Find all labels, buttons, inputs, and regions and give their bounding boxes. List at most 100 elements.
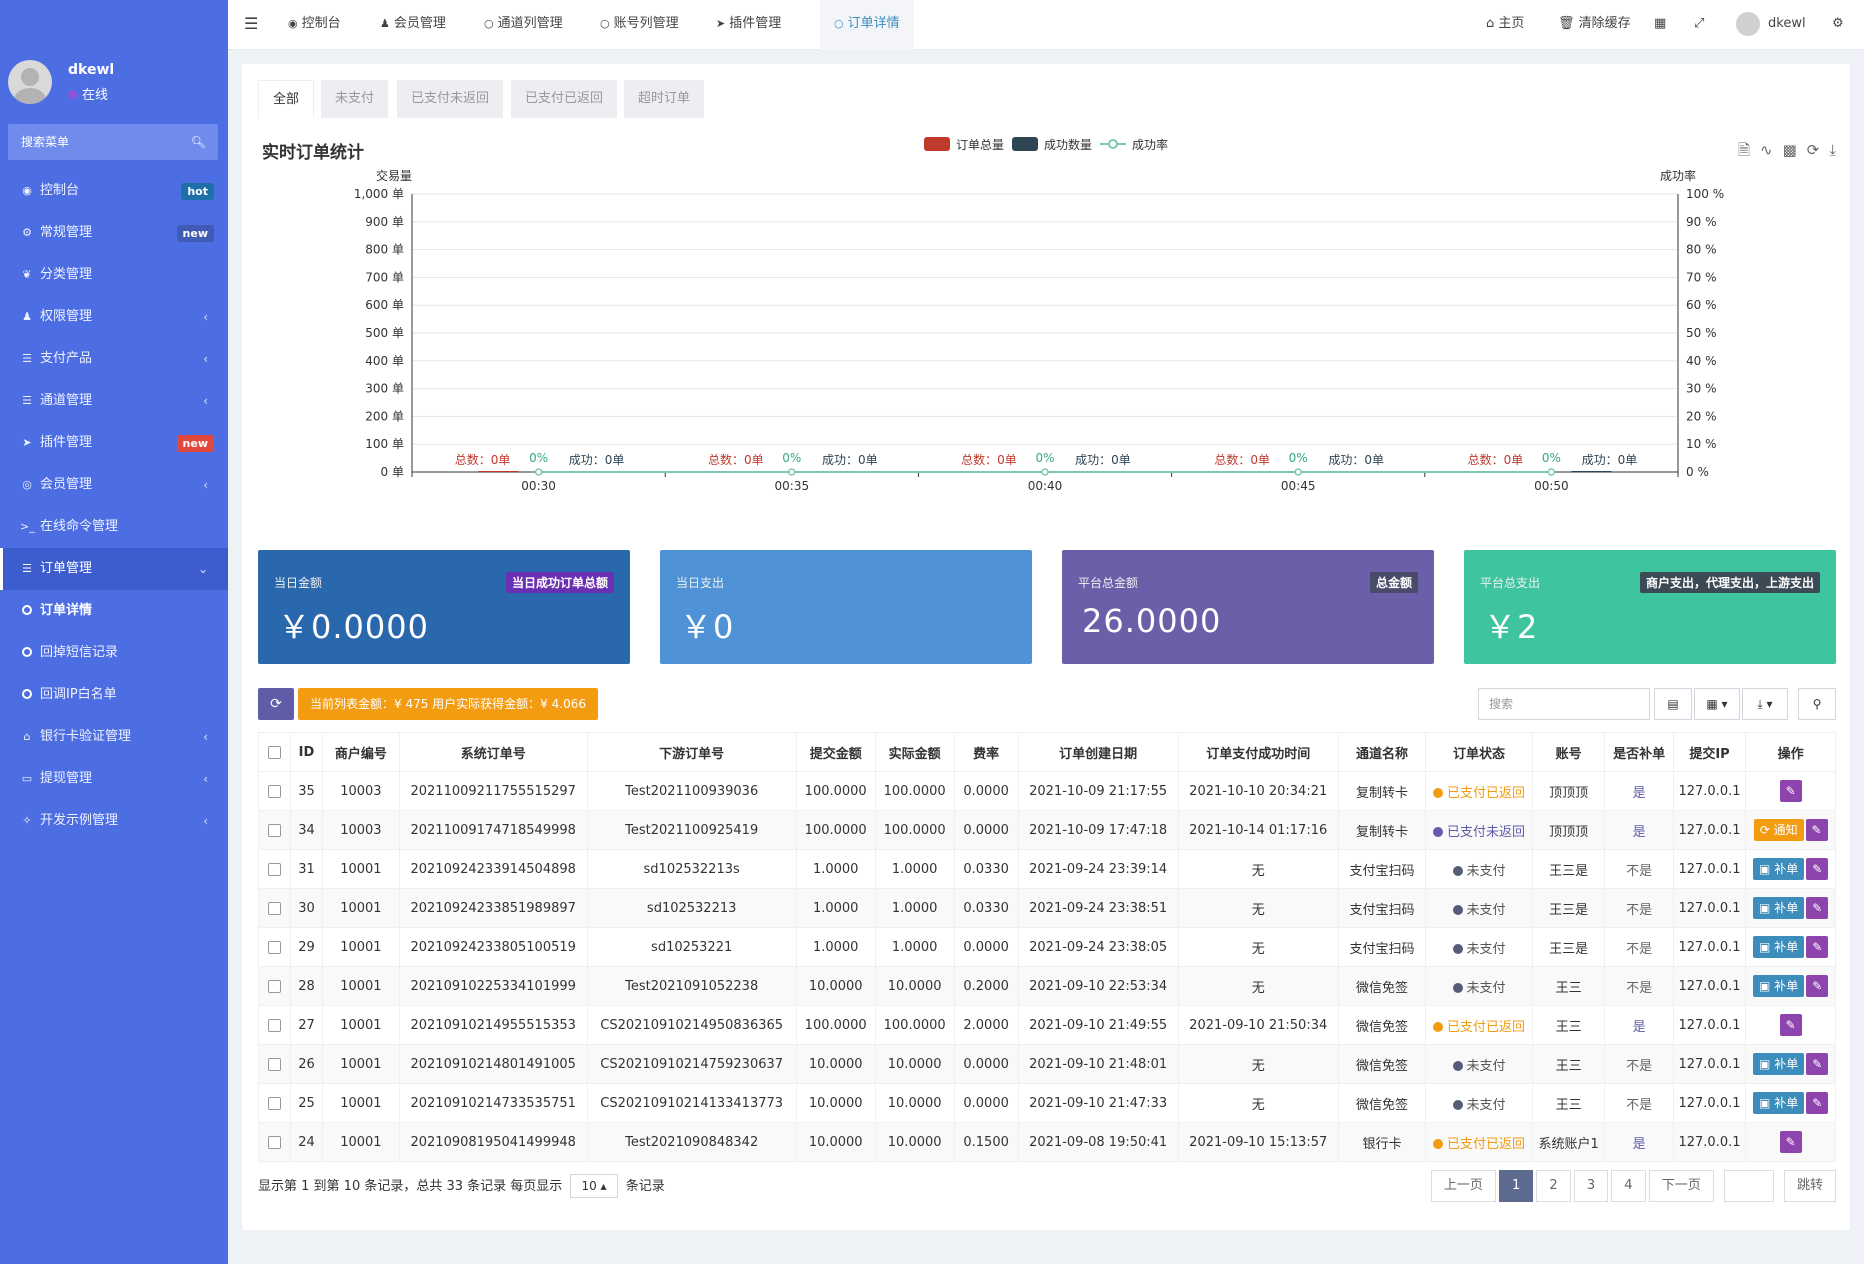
sidebar-item[interactable]: ⌂ 银行卡验证管理 ‹ (0, 716, 228, 758)
tab-channel-list[interactable]: ○ 通道列管理 (484, 0, 563, 50)
avatar[interactable] (8, 60, 52, 104)
table-row[interactable]: 25 10001 20210910214733535751 CS20210910214… (258, 1083, 1836, 1123)
sidebar-item[interactable]: >_ 在线命令管理 (0, 506, 228, 548)
toggle-view-icon[interactable]: ▤ (1654, 688, 1692, 720)
edit-button[interactable]: ✎ (1806, 897, 1829, 919)
table-row[interactable]: 26 10001 20210910214801491005 CS20210910214… (258, 1044, 1836, 1084)
row-checkbox[interactable] (268, 1018, 281, 1032)
sidebar-item[interactable]: ☰ 通道管理 ‹ (0, 380, 228, 422)
table-row[interactable]: 24 10001 20210908195041499948 Test202109084… (258, 1122, 1836, 1162)
sidebar-item[interactable]: ☰ 订单管理 ⌄ (0, 548, 228, 590)
sidebar-item[interactable]: ☰ 支付产品 ‹ (0, 338, 228, 380)
column-header[interactable]: 费率 (953, 732, 1019, 772)
row-checkbox[interactable] (268, 1096, 281, 1110)
column-header[interactable]: 提交IP (1672, 732, 1747, 772)
sidebar-item[interactable]: ♟ 权限管理 ‹ (0, 296, 228, 338)
table-row[interactable]: 27 10001 20210910214955515353 CS20210910214… (258, 1005, 1836, 1045)
user-menu[interactable]: dkewl (1736, 0, 1806, 50)
row-checkbox[interactable] (268, 1057, 281, 1071)
sidebar-item[interactable]: ✧ 开发示例管理 ‹ (0, 800, 228, 842)
column-header[interactable]: 通道名称 (1337, 732, 1427, 772)
table-row[interactable]: 30 10001 20210924233851989897 sd102532213 1.… (258, 888, 1836, 928)
subtab-unpaid[interactable]: 未支付 (321, 80, 389, 118)
settings-gear-icon[interactable]: ⚙ (1832, 0, 1844, 50)
row-checkbox[interactable] (268, 1135, 281, 1149)
edit-button[interactable]: ✎ (1805, 819, 1828, 841)
sidebar-item[interactable]: ◎ 会员管理 ‹ (0, 464, 228, 506)
row-checkbox[interactable] (268, 901, 281, 915)
edit-button[interactable]: ✎ (1806, 936, 1829, 958)
notify-button[interactable]: ⟳ 通知 (1753, 819, 1804, 841)
table-row[interactable]: 31 10001 20210924233914504898 sd102532213s 1… (258, 849, 1836, 889)
tab-order-detail[interactable]: ○ 订单详情 (820, 0, 914, 50)
column-header[interactable]: 账号 (1531, 732, 1606, 772)
column-header[interactable]: 系统订单号 (398, 732, 588, 772)
home-link[interactable]: ⌂ 主页 (1486, 0, 1524, 50)
edit-button[interactable]: ✎ (1806, 1053, 1829, 1075)
jump-page-input[interactable] (1723, 1170, 1774, 1202)
sidebar-item[interactable]: ➤ 插件管理 new (0, 422, 228, 464)
translate-icon[interactable]: ▦ (1654, 0, 1666, 50)
sidebar-item[interactable]: ◉ 控制台 hot (0, 170, 228, 212)
fix-order-button[interactable]: ▣ 补单 (1753, 897, 1805, 919)
tab-members[interactable]: ♟ 会员管理 (380, 0, 446, 50)
columns-icon[interactable]: ▦ ▾ (1694, 688, 1740, 720)
sidebar-item[interactable]: 回调IP白名单 (0, 674, 228, 716)
page-button-2[interactable]: 2 (1536, 1170, 1571, 1202)
fix-order-button[interactable]: ▣ 补单 (1753, 1092, 1805, 1114)
column-header[interactable]: 是否补单 (1604, 732, 1674, 772)
fix-order-button[interactable]: ▣ 补单 (1753, 1053, 1805, 1075)
column-header[interactable]: 商户编号 (322, 732, 400, 772)
table-row[interactable]: 28 10001 20210910225334101999 Test202109105… (258, 966, 1836, 1006)
page-button-4[interactable]: 4 (1611, 1170, 1646, 1202)
search-icon[interactable]: ⚲ (1798, 688, 1836, 720)
clear-cache-button[interactable]: 🗑︎ 清除缓存 (1558, 0, 1631, 50)
subtab-paid-not-returned[interactable]: 已支付未返回 (397, 80, 504, 118)
edit-button[interactable]: ✎ (1806, 975, 1829, 997)
column-header[interactable]: 提交金额 (795, 732, 876, 772)
table-search-input[interactable]: 搜索 (1478, 688, 1650, 720)
row-checkbox[interactable] (268, 823, 281, 837)
column-header[interactable]: 订单支付成功时间 (1177, 732, 1339, 772)
jump-button[interactable]: 跳转 (1783, 1170, 1836, 1202)
table-row[interactable]: 34 10003 20211009174718549998 Test202110092… (258, 810, 1836, 850)
column-header[interactable]: 订单状态 (1425, 732, 1533, 772)
table-row[interactable]: 35 10003 20211009211755515297 Test202110093… (258, 771, 1836, 811)
row-checkbox[interactable] (268, 979, 281, 993)
tab-account-list[interactable]: ○ 账号列管理 (600, 0, 679, 50)
column-header[interactable]: 下游订单号 (586, 732, 797, 772)
edit-button[interactable]: ✎ (1806, 1092, 1829, 1114)
column-header[interactable]: 订单创建日期 (1017, 732, 1179, 772)
select-all-checkbox[interactable] (268, 745, 281, 759)
edit-button[interactable]: ✎ (1779, 1014, 1802, 1036)
tab-dashboard[interactable]: ◉ 控制台 (288, 0, 341, 50)
page-button-3[interactable]: 3 (1573, 1170, 1609, 1202)
row-checkbox[interactable] (268, 784, 281, 798)
refresh-button[interactable]: ⟳ (258, 688, 294, 720)
page-size-select[interactable]: 10 ▴ (570, 1174, 618, 1198)
export-icon[interactable]: ⤓ ▾ (1742, 688, 1788, 720)
sidebar-item[interactable]: 回掉短信记录 (0, 632, 228, 674)
menu-toggle-icon[interactable]: ☰ (244, 0, 258, 50)
row-checkbox[interactable] (268, 940, 281, 954)
sidebar-item[interactable]: ❦ 分类管理 (0, 254, 228, 296)
fullscreen-icon[interactable]: ⤢ (1694, 0, 1704, 50)
edit-button[interactable]: ✎ (1779, 1131, 1802, 1153)
fix-order-button[interactable]: ▣ 补单 (1753, 936, 1805, 958)
sidebar-item[interactable]: ⚙ 常规管理 new (0, 212, 228, 254)
fix-order-button[interactable]: ▣ 补单 (1753, 975, 1805, 997)
table-row[interactable]: 29 10001 20210924233805100519 sd10253221 1.0… (258, 927, 1836, 967)
prev-page-button[interactable]: 上一页 (1430, 1170, 1496, 1202)
next-page-button[interactable]: 下一页 (1648, 1170, 1714, 1202)
subtab-paid-returned[interactable]: 已支付已返回 (511, 80, 618, 118)
column-header[interactable]: ID (290, 732, 323, 772)
subtab-timeout[interactable]: 超时订单 (624, 80, 705, 118)
edit-button[interactable]: ✎ (1779, 780, 1802, 802)
subtab-all[interactable]: 全部 (258, 80, 315, 118)
search-icon[interactable]: 🔍︎ (191, 124, 206, 160)
column-header[interactable]: 实际金额 (874, 732, 955, 772)
edit-button[interactable]: ✎ (1806, 858, 1829, 880)
fix-order-button[interactable]: ▣ 补单 (1753, 858, 1805, 880)
menu-search-input[interactable]: 搜索菜单 🔍︎ (8, 124, 218, 160)
tab-plugins[interactable]: ➤ 插件管理 (716, 0, 781, 50)
